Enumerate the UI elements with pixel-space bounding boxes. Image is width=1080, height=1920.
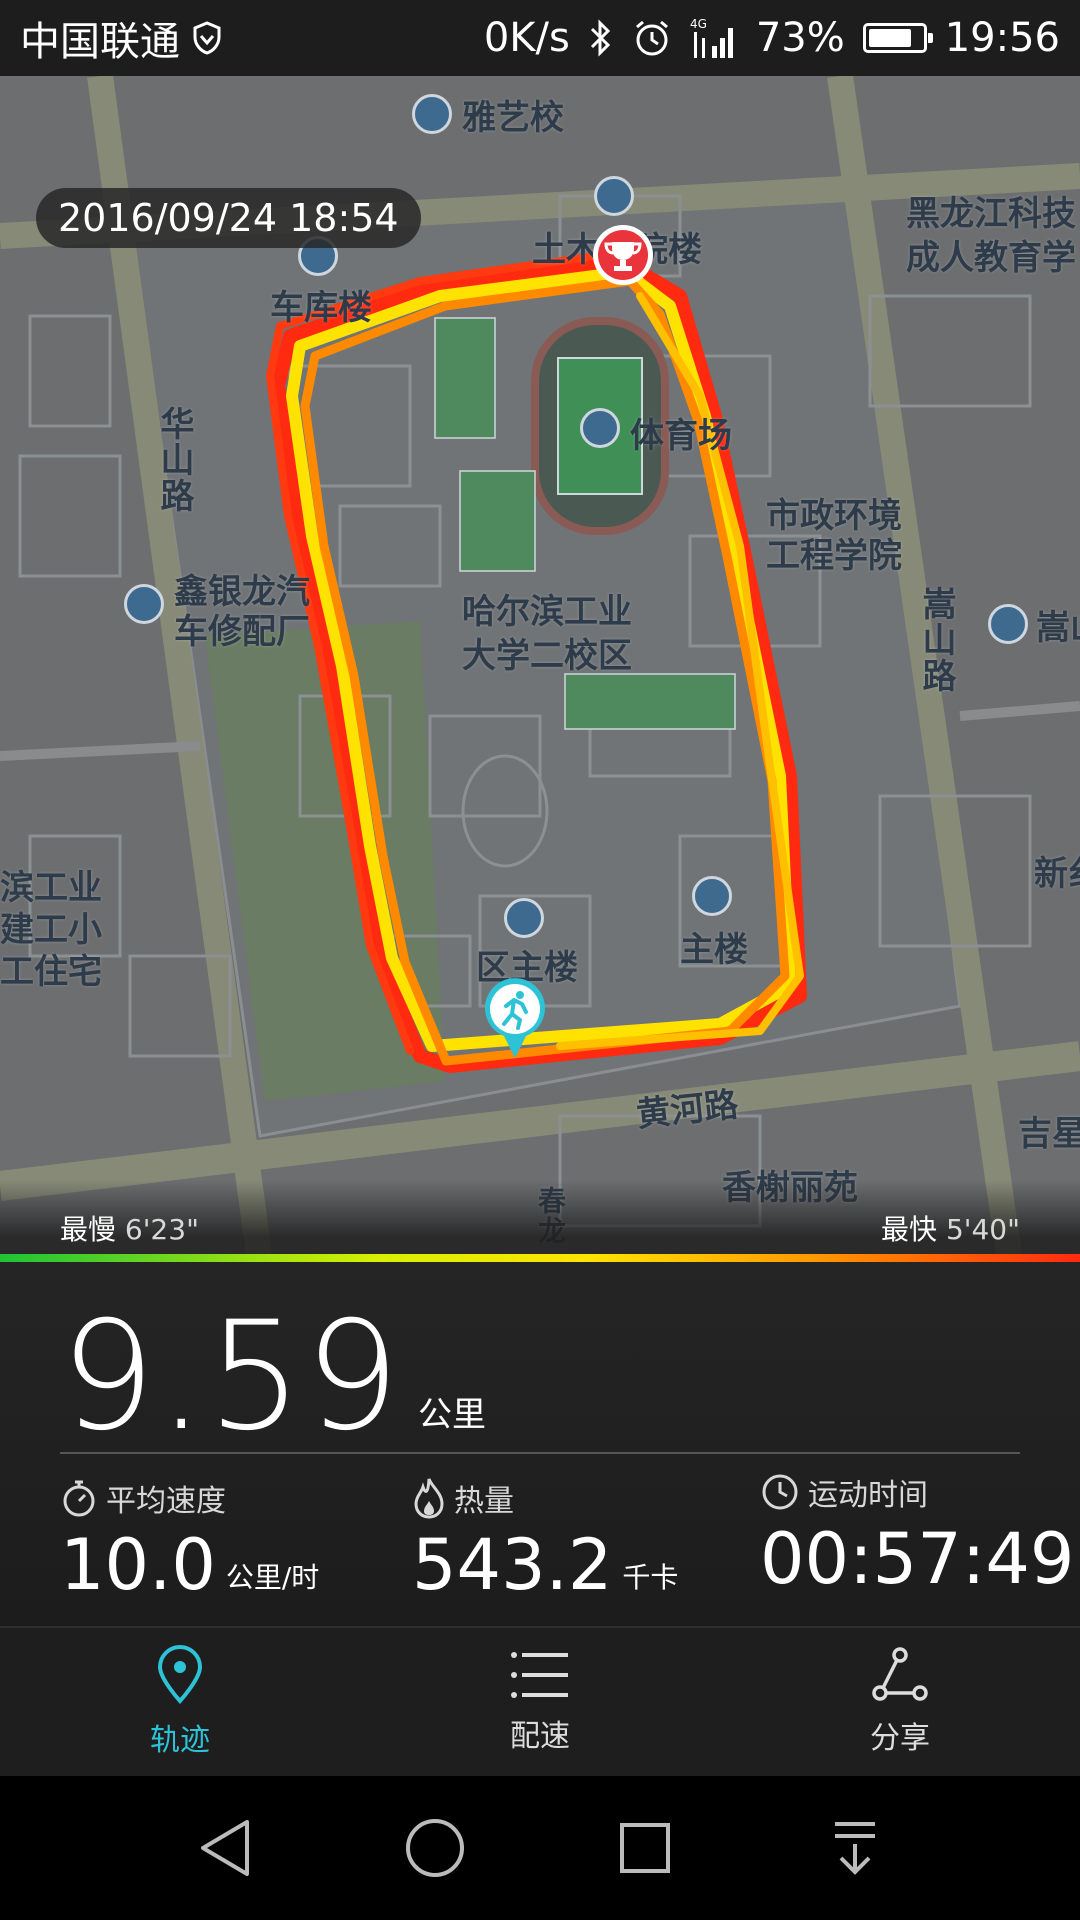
tab-track[interactable]: 轨迹 — [0, 1628, 360, 1776]
duration-value-row: 00:57:49 — [760, 1524, 1074, 1594]
map-label: 体育场 — [630, 416, 732, 456]
building-poi-icon — [594, 176, 634, 216]
calories-stat: 热量 543.2 千卡 — [412, 1476, 678, 1600]
map-label: 黑龙江科技 — [906, 194, 1076, 234]
notification-pulldown-button[interactable] — [815, 1808, 895, 1888]
status-bar: 中国联通 0K/s 4G 73% 19:56 — [0, 0, 1080, 76]
distance: 9.59 公里 — [60, 1302, 486, 1452]
map-label: 大学二校区 — [462, 636, 632, 676]
calories-label: 热量 — [454, 1484, 514, 1519]
back-button[interactable] — [185, 1808, 265, 1888]
start-runner-icon — [485, 978, 545, 1058]
calories-label-row: 热量 — [412, 1476, 678, 1520]
flame-icon — [414, 1478, 444, 1519]
recents-square-icon — [620, 1823, 670, 1873]
slowest-label: 最慢 — [60, 1213, 117, 1246]
map-label: 新纟 — [1034, 854, 1080, 894]
recents-button[interactable] — [605, 1808, 685, 1888]
avg-speed-label: 平均速度 — [106, 1484, 226, 1519]
share-icon — [872, 1647, 928, 1701]
school-poi-icon — [412, 94, 452, 134]
duration-stat: 运动时间 00:57:49 — [760, 1470, 1074, 1594]
fastest-value: 5'40" — [945, 1213, 1020, 1246]
avg-speed-unit: 公里/时 — [225, 1561, 320, 1594]
carrier-group: 中国联通 — [20, 9, 222, 67]
stopwatch-icon — [63, 1480, 95, 1517]
map-label: 车库楼 — [270, 288, 372, 328]
alarm-icon — [635, 20, 668, 56]
back-triangle-icon — [201, 1820, 249, 1876]
calories-value: 543.2 — [412, 1524, 613, 1606]
bluetooth-icon — [590, 19, 610, 57]
pulldown-arrow-icon — [835, 1822, 875, 1875]
battery-icon — [862, 23, 933, 53]
duration-label: 运动时间 — [808, 1478, 928, 1513]
battery-percent: 73% — [755, 15, 845, 61]
location-pin-icon — [157, 1645, 203, 1704]
stats-panel: 9.59 公里 平均速度 10.0 公里/时 热量 543.2 千卡 运动时间 … — [0, 1262, 1080, 1626]
avg-speed-value: 10.0 — [60, 1524, 216, 1606]
network-speed: 0K/s — [483, 15, 570, 61]
calories-value-row: 543.2 千卡 — [412, 1530, 678, 1600]
tab-share[interactable]: 分享 — [720, 1628, 1080, 1776]
duration-label-row: 运动时间 — [760, 1470, 1074, 1514]
map-label: 华山路 — [154, 406, 194, 514]
tab-pace[interactable]: 配速 — [360, 1628, 720, 1776]
tab-share-label: 分享 — [870, 1721, 930, 1756]
clock: 19:56 — [944, 15, 1060, 61]
map-label: 雅艺校 — [462, 98, 564, 138]
divider — [60, 1452, 1020, 1454]
finish-trophy-icon — [593, 225, 653, 285]
home-poi-icon — [988, 604, 1028, 644]
avg-speed-stat: 平均速度 10.0 公里/时 — [60, 1476, 319, 1600]
pace-scale: 最慢 6'23" 最快 5'40" — [0, 1180, 1080, 1262]
map-label: 嵩山路 — [916, 586, 956, 694]
stadium-poi-icon — [580, 408, 620, 448]
distance-unit: 公里 — [417, 1395, 486, 1435]
map-label: 车修配厂 — [174, 612, 310, 652]
pace-gradient-bar — [0, 1254, 1080, 1262]
vpn-shield-icon — [193, 21, 221, 55]
repair-poi-icon — [124, 584, 164, 624]
bottom-tab-bar: 轨迹 配速 分享 — [0, 1626, 1080, 1776]
map-label: 工程学院 — [766, 536, 902, 576]
svg-text:4G: 4G — [690, 17, 707, 31]
slowest-pace: 最慢 6'23" — [60, 1208, 199, 1248]
map-label: 成人教育学 — [906, 238, 1076, 278]
map-label: 主楼 — [680, 930, 748, 970]
tab-pace-label: 配速 — [510, 1719, 570, 1754]
home-circle-icon — [406, 1819, 464, 1877]
building-poi-icon — [504, 898, 544, 938]
avg-speed-value-row: 10.0 公里/时 — [60, 1530, 319, 1600]
signal-icon: 4G — [690, 17, 733, 58]
status-icons: 0K/s 4G 73% 19:56 — [484, 15, 1060, 61]
distance-value: 9.59 — [60, 1290, 402, 1464]
fastest-pace: 最快 5'40" — [881, 1208, 1020, 1248]
list-icon — [511, 1652, 568, 1698]
home-button[interactable] — [395, 1808, 475, 1888]
map-label: 哈尔滨工业 — [462, 592, 632, 632]
map-label: 嵩山 — [1036, 608, 1080, 648]
map-label: 吉星 — [1018, 1114, 1080, 1154]
map-label: 工住宅 — [0, 952, 102, 992]
route-map[interactable]: 2016/09/24 18:54 雅艺校 土木学院楼 车库楼 华山路 体育场 市… — [0, 76, 1080, 1262]
calories-unit: 千卡 — [622, 1561, 679, 1594]
fastest-label: 最快 — [881, 1213, 938, 1246]
carrier-name: 中国联通 — [20, 19, 180, 65]
system-nav-bar — [0, 1776, 1080, 1920]
tab-track-label: 轨迹 — [150, 1723, 210, 1758]
duration-value: 00:57:49 — [760, 1518, 1075, 1600]
datetime-chip: 2016/09/24 18:54 — [36, 188, 421, 248]
clock-icon — [762, 1474, 798, 1510]
avg-speed-label-row: 平均速度 — [60, 1476, 319, 1520]
building-poi-icon — [692, 876, 732, 916]
slowest-value: 6'23" — [124, 1213, 199, 1246]
